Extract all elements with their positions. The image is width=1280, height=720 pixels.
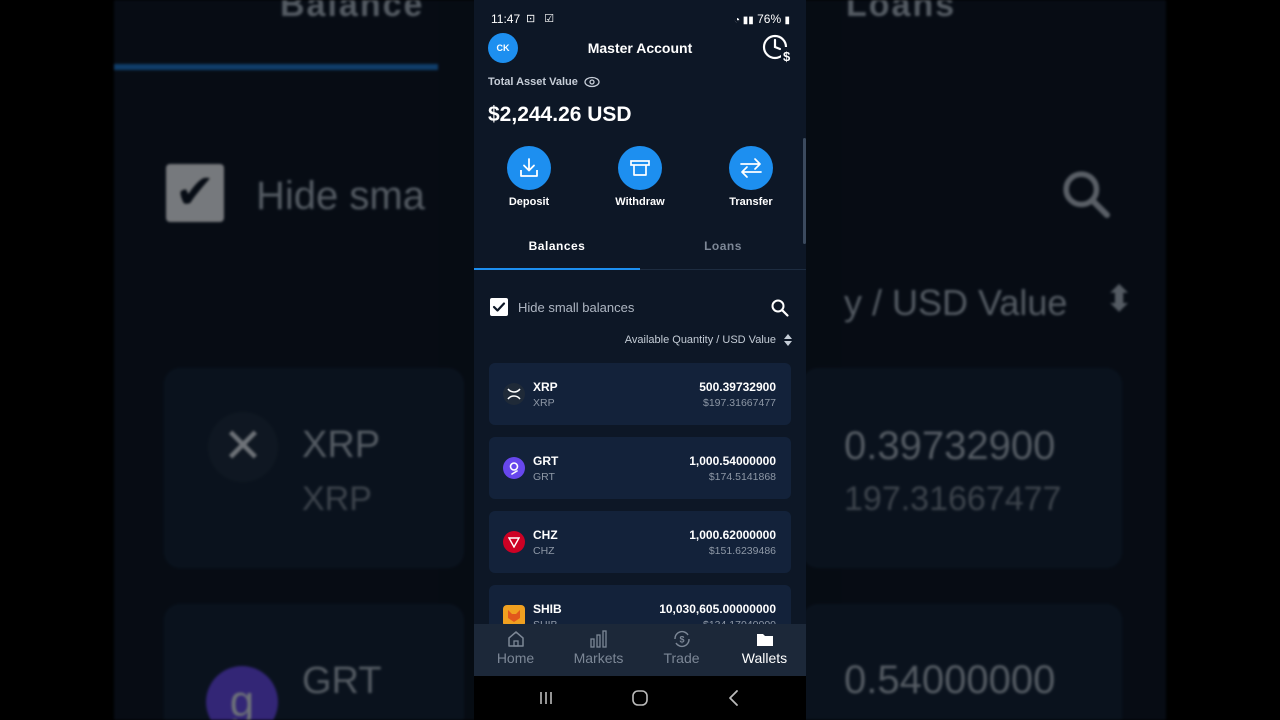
svg-text:$: $ [679,635,684,645]
download-icon [520,158,538,177]
coin-usd-value: $151.6239486 [708,545,776,557]
deposit-button[interactable]: Deposit [489,146,569,208]
header: CK Master Account $ [474,33,806,63]
markets-chart-icon [589,630,607,648]
coin-name: CHZ [533,545,555,557]
total-asset-label-text: Total Asset Value [488,76,578,88]
coin-symbol: XRP [533,380,558,394]
nav-home-label: Home [496,650,535,666]
transfer-icon [740,158,762,178]
nav-wallets-label: Wallets [741,650,788,666]
battery-icon: ▮ [784,15,790,26]
nav-markets-label: Markets [573,650,624,666]
scrollbar[interactable] [803,138,806,244]
bottom-nav: Home Markets $ Trade Wallets [474,624,806,676]
home-icon [507,631,524,647]
coin-quantity: 1,000.62000000 [689,528,776,542]
backdrop-xrp-qty: 0.39732900 [844,424,1056,468]
deposit-label: Deposit [508,196,550,208]
list-item-xrp[interactable]: XRP XRP 500.39732900 $197.31667477 [489,363,791,425]
transfer-button[interactable]: Transfer [711,146,791,208]
deposit-circle[interactable] [507,146,551,190]
withdraw-circle[interactable] [618,146,662,190]
withdraw-icon [630,160,650,176]
nav-wallets[interactable]: Wallets [723,630,806,666]
status-right: ◔ ▮▮ 76% ▮ [734,12,790,26]
eye-icon[interactable] [584,76,600,88]
wifi-signal-icon: ◔ ▮▮ [733,15,754,26]
coin-usd-value: $197.31667477 [703,397,776,409]
backdrop-sort-text: y / USD Value [844,282,1068,323]
backdrop-hide-text: Hide sma [256,174,425,218]
tab-loans[interactable]: Loans [640,239,806,253]
backdrop-tab-underline [114,64,438,70]
hide-small-balances-label[interactable]: Hide small balances [518,300,634,315]
xrp-icon [503,383,525,405]
backdrop-sort-arrows: ⬍ [1104,278,1135,319]
sort-arrows-icon [784,334,792,346]
nav-trade-label: Trade [663,650,700,666]
backdrop-search-icon [1063,171,1111,219]
notification-icons: ⊡ ☑ [526,13,558,25]
coin-quantity: 500.39732900 [699,380,776,394]
withdraw-label: Withdraw [615,196,665,208]
filter-row: Hide small balances [490,297,790,319]
backdrop-right-panel: Loans y / USD Value ⬍ 0.39732900 197.316… [802,0,1166,720]
sort-label: Available Quantity / USD Value [624,334,776,346]
svg-text:$: $ [783,49,791,63]
backdrop-xrp-card [164,368,464,568]
backdrop-xrp-usd: 197.31667477 [844,480,1062,518]
transfer-circle[interactable] [729,146,773,190]
active-tab-indicator [474,268,640,270]
transaction-history-icon[interactable]: $ [762,33,794,63]
backdrop-balances-title: Balance [280,0,425,24]
coin-quantity: 1,000.54000000 [689,454,776,468]
backdrop-xrp-name: XRP [302,480,372,518]
tab-balances[interactable]: Balances [474,239,640,253]
recent-apps-icon[interactable] [536,688,556,708]
coin-symbol: GRT [533,454,559,468]
home-button-icon[interactable] [630,688,650,708]
backdrop-xrp-symbol: XRP [302,424,381,466]
sort-control[interactable]: Available Quantity / USD Value [625,334,792,346]
total-asset-label: Total Asset Value [488,76,600,88]
wallet-icon [756,634,773,646]
backdrop-grt-qty: 0.54000000 [844,658,1056,702]
nav-markets[interactable]: Markets [557,630,640,666]
battery-level: 76% [757,12,782,26]
coin-usd-value: $174.5141868 [708,471,776,483]
total-asset-value: $2,244.26 USD [488,103,632,126]
back-icon[interactable] [724,688,744,708]
status-time: 11:47 [491,12,521,26]
phone-screen: 11:47 ⊡ ☑ ◔ ▮▮ 76% ▮ CK Master Account $… [474,0,806,720]
backdrop-left-panel: Balance ✔ Hide sma ✕ XRP XRP g GRT [114,0,464,720]
backdrop-loans-title: Loans [846,0,957,24]
backdrop-checkbox: ✔ [166,164,224,222]
backdrop-xrp-icon: ✕ [208,412,278,482]
search-icon[interactable] [770,298,790,318]
action-buttons: Deposit Withdraw Transfer [474,146,806,216]
coin-quantity: 10,030,605.00000000 [659,602,776,616]
tab-bar: Balances Loans [474,231,806,270]
coin-symbol: CHZ [533,528,558,542]
hide-small-balances-checkbox[interactable] [490,298,508,316]
withdraw-button[interactable]: Withdraw [600,146,680,208]
page-title: Master Account [587,40,693,56]
coin-name: XRP [533,397,555,409]
backdrop-grt-symbol: GRT [302,660,382,702]
check-icon [492,302,506,312]
list-item-grt[interactable]: GRT GRT 1,000.54000000 $174.5141868 [489,437,791,499]
list-item-chz[interactable]: CHZ CHZ 1,000.62000000 $151.6239486 [489,511,791,573]
coin-symbol: SHIB [533,602,562,616]
transfer-label: Transfer [729,196,773,208]
android-navigation-bar [474,676,806,720]
grt-icon [503,457,525,479]
coin-name: GRT [533,471,555,483]
chz-icon [503,531,525,553]
nav-trade[interactable]: $ Trade [640,630,723,666]
nav-home[interactable]: Home [474,630,557,666]
trade-exchange-icon: $ [673,630,690,648]
